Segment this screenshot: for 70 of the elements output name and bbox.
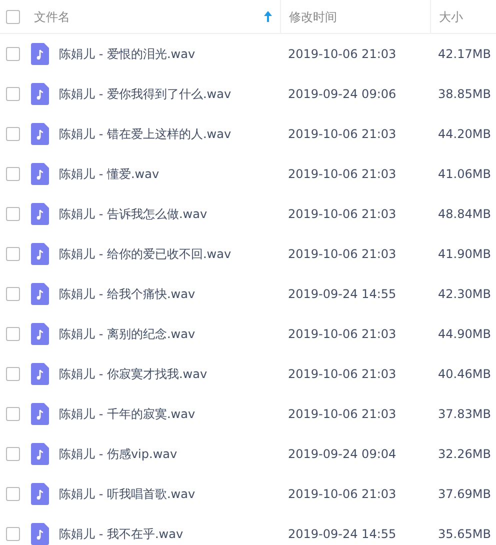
modified-time: 2019-10-06 21:03	[287, 366, 398, 383]
modified-time: 2019-10-06 21:03	[287, 166, 398, 183]
file-size: 42.30MB	[437, 286, 492, 303]
music-file-icon	[31, 403, 49, 425]
column-header[interactable]: 大小	[430, 0, 496, 34]
music-file-icon	[31, 283, 49, 305]
checkbox[interactable]	[6, 207, 20, 221]
music-file-icon	[31, 123, 49, 145]
music-file-icon	[31, 243, 49, 265]
file-name[interactable]: 陈娟儿 - 给我个痛快.wav	[59, 285, 196, 303]
modified-time: 2019-10-06 21:03	[287, 246, 398, 263]
music-file-icon	[31, 323, 49, 345]
sort-arrow-icon	[264, 11, 272, 22]
file-name[interactable]: 陈娟儿 - 懂爱.wav	[59, 165, 160, 183]
music-file-icon	[31, 363, 49, 385]
file-name[interactable]: 陈娟儿 - 你寂寞才找我.wav	[59, 365, 208, 383]
music-file-icon	[31, 443, 49, 465]
file-size: 42.17MB	[437, 46, 492, 63]
checkbox[interactable]	[6, 447, 20, 461]
music-file-icon	[31, 523, 49, 545]
checkbox[interactable]	[6, 87, 20, 101]
checkbox[interactable]	[6, 127, 20, 141]
checkbox[interactable]	[6, 527, 20, 541]
file-size: 48.84MB	[437, 206, 492, 223]
music-file-icon	[31, 483, 49, 505]
checkbox[interactable]	[6, 247, 20, 261]
modified-time: 2019-10-06 21:03	[287, 206, 398, 223]
file-size: 41.90MB	[437, 246, 492, 263]
file-name[interactable]: 陈娟儿 - 错在爱上这样的人.wav	[59, 125, 232, 143]
file-size: 40.46MB	[437, 366, 492, 383]
modified-time: 2019-10-06 21:03	[287, 46, 398, 63]
modified-time: 2019-09-24 09:04	[287, 446, 398, 463]
music-file-icon	[31, 43, 49, 65]
file-name[interactable]: 陈娟儿 - 伤感vip.wav	[59, 445, 178, 463]
checkbox[interactable]	[6, 47, 20, 61]
file-name[interactable]: 陈娟儿 - 爱恨的泪光.wav	[59, 45, 196, 63]
checkbox[interactable]	[6, 487, 20, 501]
file-size: 37.69MB	[437, 486, 492, 503]
checkbox[interactable]	[6, 287, 20, 301]
modified-time: 2019-10-06 21:03	[287, 126, 398, 143]
modified-time: 2019-09-24 14:55	[287, 286, 398, 303]
file-size: 37.83MB	[437, 406, 492, 423]
file-name[interactable]: 陈娟儿 - 告诉我怎么做.wav	[59, 205, 208, 223]
file-size: 44.90MB	[437, 326, 492, 343]
modified-time: 2019-10-06 21:03	[287, 406, 398, 423]
checkbox[interactable]	[6, 407, 20, 421]
column-header[interactable]: 文件名	[26, 0, 280, 34]
checkbox[interactable]	[6, 367, 20, 381]
file-size: 32.26MB	[437, 446, 492, 463]
checkbox[interactable]	[6, 327, 20, 341]
modified-time: 2019-10-06 21:03	[287, 486, 398, 503]
music-file-icon	[31, 83, 49, 105]
file-name[interactable]: 陈娟儿 - 千年的寂寞.wav	[59, 405, 196, 423]
modified-time: 2019-09-24 14:55	[287, 526, 398, 543]
checkbox[interactable]	[6, 10, 20, 24]
music-file-icon	[31, 163, 49, 185]
file-size: 38.85MB	[437, 86, 492, 103]
file-size: 35.65MB	[437, 526, 492, 543]
modified-time: 2019-09-24 09:06	[287, 86, 398, 103]
file-name[interactable]: 陈娟儿 - 离别的纪念.wav	[59, 325, 196, 343]
file-size: 41.06MB	[437, 166, 492, 183]
column-header[interactable]: 修改时间	[280, 0, 430, 34]
modified-time: 2019-10-06 21:03	[287, 326, 398, 343]
file-name[interactable]: 陈娟儿 - 我不在乎.wav	[59, 525, 184, 543]
music-file-icon	[31, 203, 49, 225]
file-name[interactable]: 陈娟儿 - 听我唱首歌.wav	[59, 485, 196, 503]
checkbox[interactable]	[6, 167, 20, 181]
file-name[interactable]: 陈娟儿 - 爱你我得到了什么.wav	[59, 85, 232, 103]
file-name[interactable]: 陈娟儿 - 给你的爱已收不回.wav	[59, 245, 232, 263]
file-size: 44.20MB	[437, 126, 492, 143]
